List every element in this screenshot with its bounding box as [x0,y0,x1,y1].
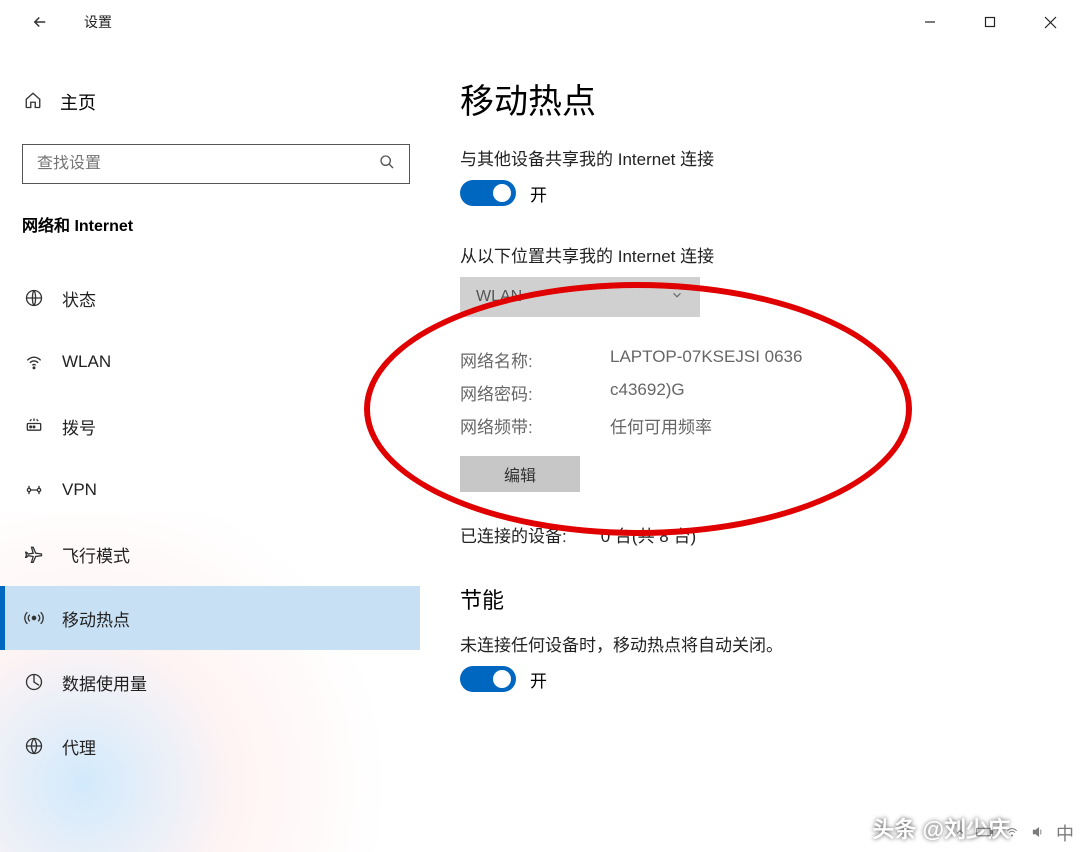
nav-label: 移动热点 [62,606,130,631]
page-title: 移动热点 [460,74,1080,123]
nav-label: WLAN [62,352,111,372]
search-input-container[interactable] [22,144,410,184]
search-icon [379,154,395,175]
net-name-value: LAPTOP-07KSEJSI 0636 [610,347,1080,372]
volume-icon[interactable] [1030,825,1046,842]
wifi-icon [24,352,44,372]
maximize-button[interactable] [960,0,1020,44]
datausage-icon [24,672,44,692]
share-from-dropdown[interactable]: WLAN [460,277,700,317]
close-button[interactable] [1020,0,1080,44]
share-toggle-state: 开 [530,181,547,206]
share-from-label: 从以下位置共享我的 Internet 连接 [460,242,1080,267]
nav-item-dialup[interactable]: 拨号 [0,394,420,458]
globe-icon [24,288,44,308]
ime-indicator[interactable]: 中 [1056,820,1074,846]
connected-value: 0 台(共 8 台) [601,522,696,547]
nav-label: VPN [62,480,97,500]
nav-item-hotspot[interactable]: 移动热点 [0,586,420,650]
nav-label: 数据使用量 [62,670,147,695]
proxy-icon [24,736,44,756]
net-pwd-label: 网络密码: [460,380,610,405]
powersave-desc: 未连接任何设备时，移动热点将自动关闭。 [460,631,1080,656]
edit-button[interactable]: 编辑 [460,456,580,492]
dropdown-value: WLAN [476,288,522,306]
app-title: 设置 [84,12,112,32]
minimize-button[interactable] [900,0,960,44]
back-button[interactable] [24,6,56,38]
nav-item-wlan[interactable]: WLAN [0,330,420,394]
home-link[interactable]: 主页 [0,84,420,120]
powersave-heading: 节能 [460,583,1080,615]
home-label: 主页 [60,89,96,115]
share-label: 与其他设备共享我的 Internet 连接 [460,145,1080,170]
nav-label: 拨号 [62,414,96,439]
nav-item-datausage[interactable]: 数据使用量 [0,650,420,714]
airplane-icon [24,544,44,564]
nav-item-proxy[interactable]: 代理 [0,714,420,778]
net-band-label: 网络频带: [460,413,610,438]
wifi-tray-icon[interactable] [1004,825,1020,842]
nav-item-airplane[interactable]: 飞行模式 [0,522,420,586]
chevron-up-icon[interactable] [954,825,966,841]
home-icon [24,91,42,114]
dialup-icon [24,416,44,436]
category-heading: 网络和 Internet [0,212,420,236]
system-tray: 中 [954,820,1074,846]
nav-label: 状态 [62,286,96,311]
nav-label: 代理 [62,734,96,759]
powersave-toggle-state: 开 [530,667,547,692]
hotspot-icon [24,608,44,628]
nav-item-status[interactable]: 状态 [0,266,420,330]
connected-label: 已连接的设备: [460,522,567,547]
search-input[interactable] [37,155,379,173]
nav-item-vpn[interactable]: VPN [0,458,420,522]
net-name-label: 网络名称: [460,347,610,372]
powersave-toggle[interactable] [460,666,516,692]
net-band-value: 任何可用频率 [610,413,1080,438]
share-toggle[interactable] [460,180,516,206]
battery-icon[interactable] [976,825,994,841]
nav-list: 状态 WLAN 拨号 VPN 飞行模式 移动热点 [0,266,420,778]
net-pwd-value: c43692)G [610,380,1080,405]
chevron-down-icon [670,288,684,307]
vpn-icon [24,480,44,500]
nav-label: 飞行模式 [62,542,130,567]
